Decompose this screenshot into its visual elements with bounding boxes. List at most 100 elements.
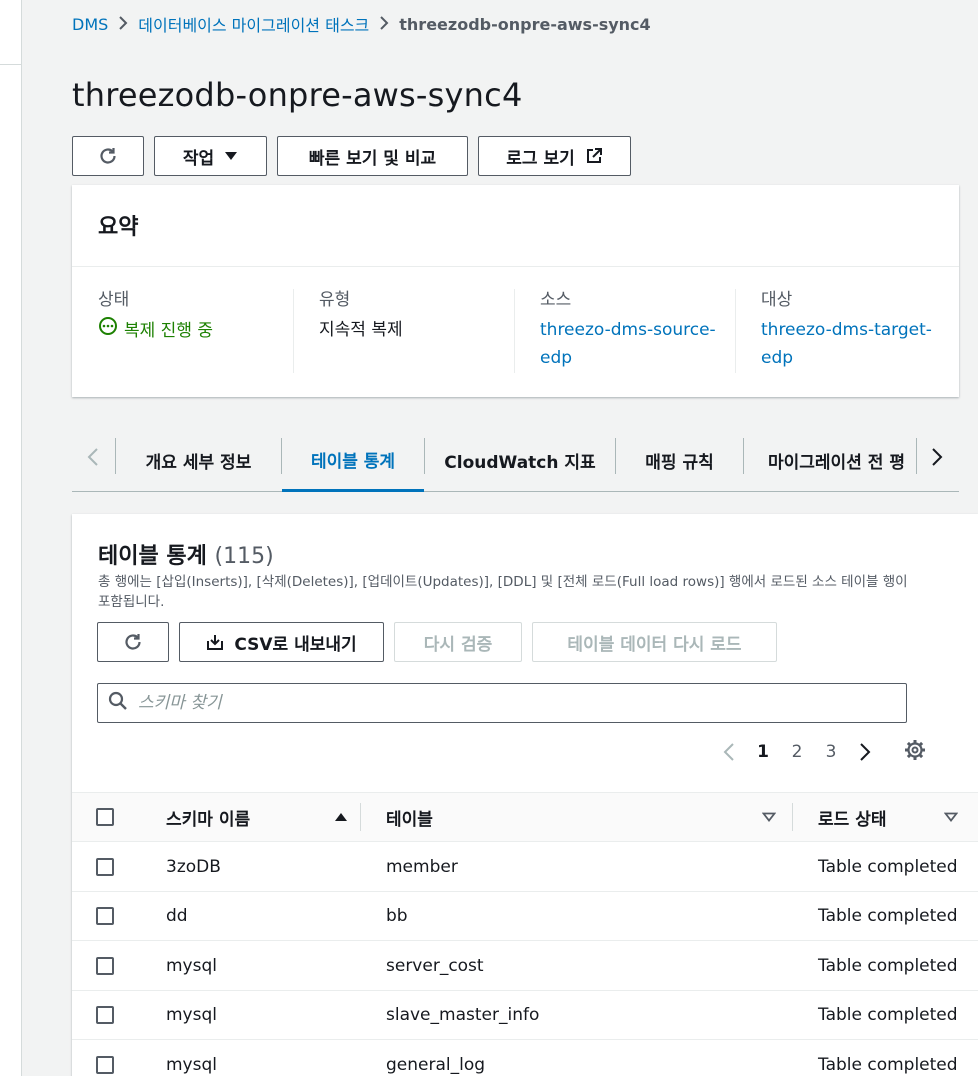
cell-table: slave_master_info xyxy=(386,1004,540,1025)
chevron-right-icon xyxy=(108,12,138,36)
source-link[interactable]: threezo-dms-source- edp xyxy=(540,316,735,372)
pagination-previous-button[interactable] xyxy=(712,742,746,762)
actions-dropdown-button[interactable]: 작업 xyxy=(154,136,267,176)
reload-table-data-button[interactable]: 테이블 데이터 다시 로드 xyxy=(532,622,777,662)
page-2-button[interactable]: 2 xyxy=(780,742,814,762)
sort-ascending-icon xyxy=(334,807,348,827)
export-csv-button[interactable]: CSV로 내보내기 xyxy=(179,622,384,662)
summary-title: 요약 xyxy=(72,185,959,267)
gear-icon xyxy=(904,739,926,765)
source-link-line-2: edp xyxy=(540,348,573,368)
table-statistics-panel: 테이블 통계 (115) 총 행에는 [삽입(Inserts)], [삭제(De… xyxy=(72,514,978,1076)
tab-table-statistics[interactable]: 테이블 통계 xyxy=(282,430,424,492)
row-checkbox[interactable] xyxy=(96,891,114,940)
cell-table: member xyxy=(386,856,458,877)
target-link[interactable]: threezo-dms-target- edp xyxy=(761,316,956,372)
row-checkbox[interactable] xyxy=(96,990,114,1039)
chevron-right-icon xyxy=(931,447,943,471)
pagination: 1 2 3 xyxy=(712,736,932,768)
external-link-icon xyxy=(585,147,603,165)
breadcrumb: DMS 데이터베이스 마이그레이션 태스크 threezodb-onpre-aw… xyxy=(72,12,651,36)
row-checkbox[interactable] xyxy=(96,1040,114,1076)
row-checkbox[interactable] xyxy=(96,842,114,891)
revalidate-label: 다시 검증 xyxy=(423,634,493,655)
cell-load-status: Table completed xyxy=(818,1004,958,1025)
tabs-scroll-left-button[interactable] xyxy=(78,444,108,474)
schema-search xyxy=(97,683,907,723)
caret-down-icon xyxy=(224,151,238,161)
schema-search-input[interactable] xyxy=(138,693,878,713)
select-all-checkbox[interactable] xyxy=(96,793,114,841)
view-logs-label: 로그 보기 xyxy=(506,148,575,169)
cell-table: server_cost xyxy=(386,955,484,976)
table-row[interactable]: mysql general_log Table completed xyxy=(72,1040,978,1076)
page-3-button[interactable]: 3 xyxy=(814,742,848,762)
cell-schema: mysql xyxy=(166,1054,217,1075)
cell-table: general_log xyxy=(386,1054,486,1075)
page-1-button[interactable]: 1 xyxy=(746,742,780,762)
quick-view-compare-button[interactable]: 빠른 보기 및 비교 xyxy=(277,136,468,176)
table-header-row: 스키마 이름 테이블 로드 상태 xyxy=(72,792,978,842)
row-checkbox[interactable] xyxy=(96,941,114,990)
breadcrumb-dms[interactable]: DMS xyxy=(72,15,108,34)
summary-type: 유형 지속적 복제 xyxy=(293,285,514,373)
cell-table: bb xyxy=(386,905,408,926)
tab-bar: 개요 세부 정보 테이블 통계 CloudWatch 지표 매핑 규칙 마이그레… xyxy=(72,430,959,492)
column-table[interactable]: 테이블 xyxy=(386,793,777,841)
column-load-status-label: 로드 상태 xyxy=(818,809,887,830)
table-settings-button[interactable] xyxy=(898,739,932,765)
refresh-button[interactable] xyxy=(72,136,144,176)
cell-load-status: Table completed xyxy=(818,1054,958,1075)
table-row[interactable]: dd bb Table completed xyxy=(72,891,978,941)
left-rail xyxy=(0,0,22,1076)
column-schema-name-label: 스키마 이름 xyxy=(166,809,251,830)
view-logs-button[interactable]: 로그 보기 xyxy=(478,136,631,176)
cell-schema: 3zoDB xyxy=(166,856,221,877)
table-statistics-heading: 테이블 통계 (115) xyxy=(98,538,274,570)
type-label: 유형 xyxy=(319,290,351,310)
quick-view-label: 빠른 보기 및 비교 xyxy=(308,148,437,169)
tab-overview[interactable]: 개요 세부 정보 xyxy=(116,430,281,491)
cell-load-status: Table completed xyxy=(818,856,958,877)
refresh-icon xyxy=(98,146,118,166)
in-progress-icon xyxy=(98,316,118,345)
table-refresh-button[interactable] xyxy=(97,622,169,662)
revalidate-button[interactable]: 다시 검증 xyxy=(394,622,522,662)
sort-icon xyxy=(761,807,777,827)
breadcrumb-tasks[interactable]: 데이터베이스 마이그레이션 태스크 xyxy=(138,12,369,36)
cell-schema: mysql xyxy=(166,1004,217,1025)
chevron-right-icon xyxy=(369,12,399,36)
column-table-label: 테이블 xyxy=(386,809,433,830)
source-link-line-1: threezo-dms-source- xyxy=(540,320,716,340)
summary-panel: 요약 상태 복제 진행 중 유형 지속적 복제 소스 threezo-dms-s… xyxy=(72,185,959,397)
status-text: 복제 진행 중 xyxy=(124,320,214,341)
table-row[interactable]: 3zoDB member Table completed xyxy=(72,842,978,892)
sort-icon xyxy=(943,807,959,827)
target-link-line-2: edp xyxy=(761,348,794,368)
tab-mapping-rules[interactable]: 매핑 규칙 xyxy=(616,430,743,491)
pagination-next-button[interactable] xyxy=(848,742,882,762)
column-load-status[interactable]: 로드 상태 xyxy=(818,793,959,841)
type-value: 지속적 복제 xyxy=(319,320,403,340)
download-icon xyxy=(206,633,224,651)
chevron-left-icon xyxy=(87,447,99,471)
status-value: 복제 진행 중 xyxy=(98,316,293,345)
tabs-scroll-right-button[interactable] xyxy=(922,444,952,474)
reload-table-data-label: 테이블 데이터 다시 로드 xyxy=(567,634,742,655)
table-row[interactable]: mysql server_cost Table completed xyxy=(72,941,978,991)
cell-schema: dd xyxy=(166,905,188,926)
target-link-line-1: threezo-dms-target- xyxy=(761,320,932,340)
table-statistics-title: 테이블 통계 xyxy=(98,544,207,569)
table-count: (115) xyxy=(214,544,274,569)
page-title: threezodb-onpre-aws-sync4 xyxy=(72,76,523,114)
cell-load-status: Table completed xyxy=(818,955,958,976)
tab-premigration-assessment[interactable]: 마이그레이션 전 평 xyxy=(744,430,916,491)
summary-target: 대상 threezo-dms-target- edp xyxy=(735,285,956,373)
search-icon xyxy=(108,691,128,715)
tab-cloudwatch-metrics[interactable]: CloudWatch 지표 xyxy=(425,430,615,491)
cell-schema: mysql xyxy=(166,955,217,976)
column-schema-name[interactable]: 스키마 이름 xyxy=(166,793,348,841)
source-label: 소스 xyxy=(540,290,572,310)
table-row[interactable]: mysql slave_master_info Table completed xyxy=(72,990,978,1040)
target-label: 대상 xyxy=(761,290,793,310)
